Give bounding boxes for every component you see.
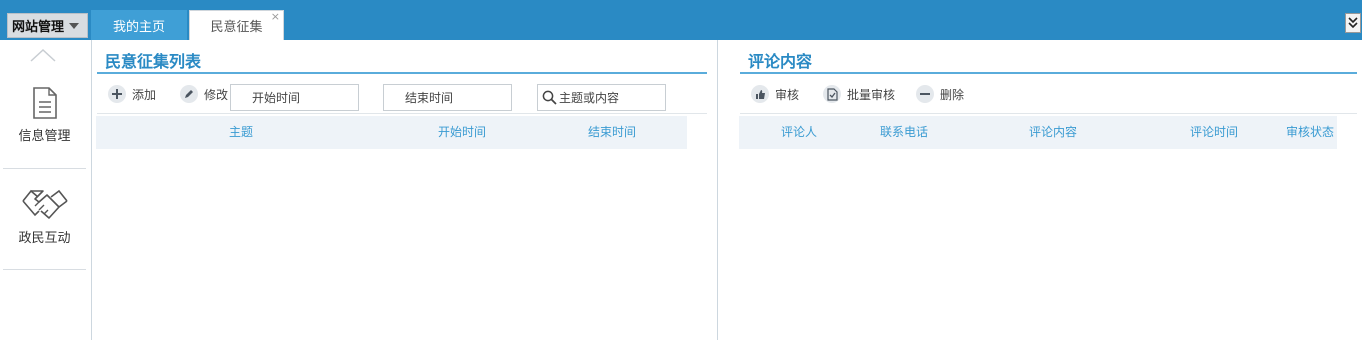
collapse-toggle-button[interactable] — [1345, 13, 1361, 33]
delete-button[interactable]: 删除 — [916, 84, 964, 104]
column-header-end-time[interactable]: 结束时间 — [562, 116, 662, 149]
sidebar-divider — [3, 168, 86, 169]
tab-my-home-label: 我的主页 — [112, 19, 165, 35]
right-table-header: 评论人 联系电话 评论内容 评论时间 审核状态 — [739, 116, 1337, 149]
delete-button-label: 删除 — [940, 87, 965, 102]
handshake-icon — [21, 189, 68, 219]
document-icon — [32, 87, 57, 119]
column-header-comment-time[interactable]: 评论时间 — [1174, 116, 1254, 149]
add-button[interactable]: 添加 — [108, 84, 156, 104]
double-chevron-down-icon — [1348, 17, 1358, 29]
chevron-up-icon[interactable] — [30, 48, 56, 62]
site-menu-label: 网站管理 — [12, 20, 65, 35]
pencil-icon — [180, 85, 198, 103]
start-time-field[interactable]: 开始时间 — [230, 84, 359, 111]
panel-divider — [717, 40, 718, 340]
tab-opinion-collection-label: 民意征集 — [210, 20, 263, 35]
left-panel-title-rule — [97, 72, 707, 74]
column-header-phone[interactable]: 联系电话 — [864, 116, 944, 149]
left-panel-title: 民意征集列表 — [105, 52, 202, 71]
site-management-menu[interactable]: 网站管理 — [7, 13, 88, 38]
right-panel-title-rule — [740, 72, 1357, 74]
chevron-down-icon — [69, 22, 80, 29]
search-placeholder: 主题或内容 — [559, 91, 620, 105]
document-check-icon — [823, 85, 841, 103]
audit-button[interactable]: 审核 — [751, 84, 799, 104]
sidebar-item-label: 政民互动 — [18, 231, 71, 246]
close-icon[interactable]: × — [271, 11, 280, 23]
sidebar-item-label: 信息管理 — [18, 129, 71, 144]
left-table-header: 主题 开始时间 结束时间 — [96, 116, 687, 149]
batch-audit-button-label: 批量审核 — [847, 87, 896, 102]
sidebar-item-info-management[interactable]: 信息管理 — [3, 87, 86, 144]
end-time-field[interactable]: 结束时间 — [383, 84, 512, 111]
edit-button[interactable]: 修改 — [180, 84, 228, 104]
column-header-comment-content[interactable]: 评论内容 — [1013, 116, 1093, 149]
add-button-label: 添加 — [132, 87, 157, 102]
top-bar: 网站管理 我的主页 民意征集 × — [0, 0, 1362, 40]
plus-icon — [108, 85, 126, 103]
batch-audit-button[interactable]: 批量审核 — [823, 84, 895, 104]
sidebar-item-government-interaction[interactable]: 政民互动 — [3, 187, 86, 246]
column-header-start-time[interactable]: 开始时间 — [412, 116, 512, 149]
column-header-audit-status[interactable]: 审核状态 — [1275, 116, 1345, 149]
right-toolbar-divider — [740, 113, 1357, 114]
left-sidebar: 信息管理 政民互动 — [0, 40, 92, 340]
tab-opinion-collection[interactable]: 民意征集 × — [189, 10, 284, 40]
sidebar-divider — [3, 269, 86, 270]
left-toolbar-divider — [97, 113, 707, 114]
edit-button-label: 修改 — [204, 87, 229, 102]
right-panel-title: 评论内容 — [748, 52, 813, 71]
search-input[interactable]: 主题或内容 — [537, 84, 666, 111]
thumbs-up-icon — [751, 85, 769, 103]
minus-icon — [916, 85, 934, 103]
column-header-subject[interactable]: 主题 — [191, 116, 291, 149]
tab-my-home[interactable]: 我的主页 — [91, 10, 187, 40]
search-icon — [542, 90, 557, 105]
audit-button-label: 审核 — [775, 87, 800, 102]
column-header-commenter[interactable]: 评论人 — [759, 116, 839, 149]
end-time-placeholder: 结束时间 — [405, 91, 454, 105]
start-time-placeholder: 开始时间 — [252, 91, 301, 105]
